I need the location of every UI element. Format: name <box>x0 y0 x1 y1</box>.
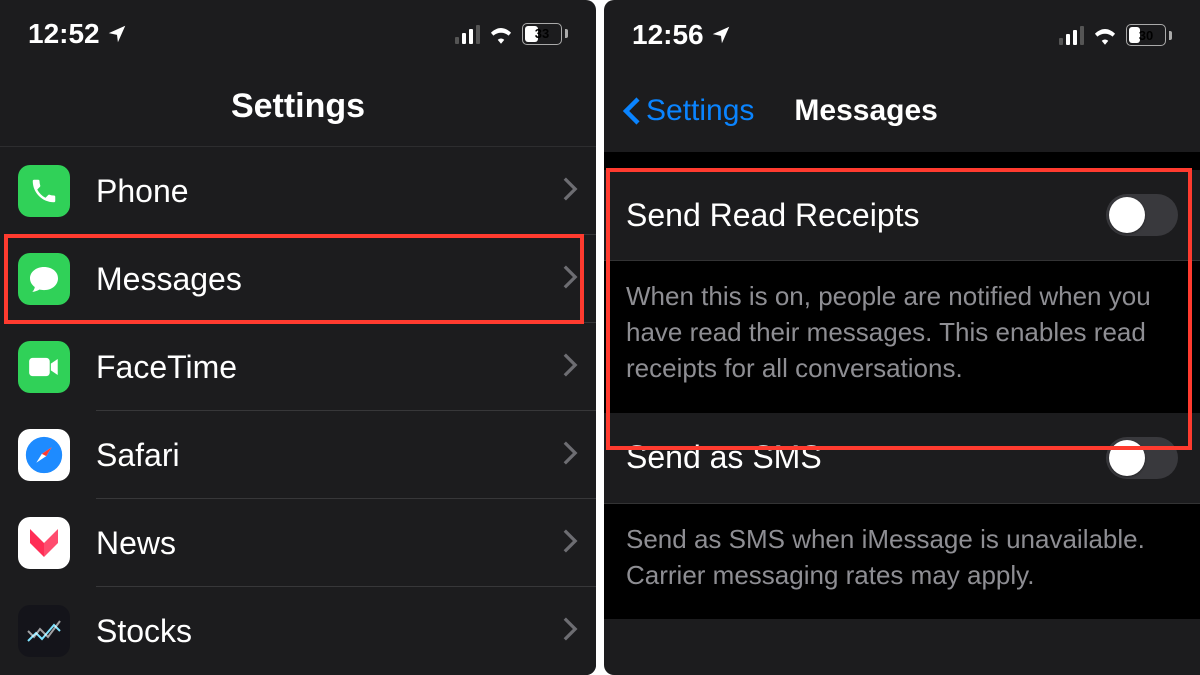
settings-row-stocks[interactable]: Stocks <box>0 587 596 675</box>
send-as-sms-description: Send as SMS when iMessage is unavailable… <box>604 504 1200 620</box>
chevron-right-icon <box>562 528 578 559</box>
row-label: Messages <box>96 261 562 298</box>
status-bar: 12:52 33 <box>0 0 596 68</box>
cellular-signal-icon <box>1059 25 1084 45</box>
chevron-right-icon <box>562 440 578 471</box>
settings-row-messages[interactable]: Messages <box>0 235 596 323</box>
wifi-icon <box>488 24 514 44</box>
row-label: News <box>96 525 562 562</box>
chevron-right-icon <box>562 176 578 207</box>
news-icon <box>18 517 70 569</box>
settings-row-phone[interactable]: Phone <box>0 147 596 235</box>
settings-row-facetime[interactable]: FaceTime <box>0 323 596 411</box>
nav-header: Settings Messages <box>604 70 1200 152</box>
settings-list-screen: 12:52 33 Settings <box>0 0 596 675</box>
status-time: 12:52 <box>28 18 100 50</box>
row-label: Send Read Receipts <box>626 197 1106 234</box>
back-label: Settings <box>646 94 754 128</box>
settings-row-safari[interactable]: Safari <box>0 411 596 499</box>
chevron-right-icon <box>562 616 578 647</box>
location-icon <box>710 24 732 46</box>
send-read-receipts-row[interactable]: Send Read Receipts <box>604 170 1200 260</box>
row-label: Phone <box>96 173 562 210</box>
stocks-icon <box>18 605 70 657</box>
settings-row-news[interactable]: News <box>0 499 596 587</box>
read-receipts-description: When this is on, people are notified whe… <box>604 261 1200 413</box>
cellular-signal-icon <box>455 24 480 44</box>
read-receipts-section: Send Read Receipts When this is on, peop… <box>604 170 1200 413</box>
page-title: Messages <box>794 94 937 128</box>
page-title: Settings <box>0 87 596 126</box>
battery-indicator: 33 <box>522 23 568 45</box>
row-label: Safari <box>96 437 562 474</box>
status-time: 12:56 <box>632 19 704 51</box>
send-as-sms-toggle[interactable] <box>1106 437 1178 479</box>
chevron-right-icon <box>562 352 578 383</box>
read-receipts-toggle[interactable] <box>1106 194 1178 236</box>
messages-settings-screen: 12:56 30 Settings <box>604 0 1200 675</box>
wifi-icon <box>1092 25 1118 45</box>
phone-icon <box>18 165 70 217</box>
facetime-icon <box>18 341 70 393</box>
back-button[interactable]: Settings <box>622 94 754 128</box>
chevron-right-icon <box>562 264 578 295</box>
status-bar: 12:56 30 <box>604 0 1200 70</box>
safari-icon <box>18 429 70 481</box>
row-label: FaceTime <box>96 349 562 386</box>
battery-indicator: 30 <box>1126 24 1172 46</box>
row-label: Stocks <box>96 613 562 650</box>
send-sms-section: Send as SMS Send as SMS when iMessage is… <box>604 413 1200 620</box>
nav-header: Settings <box>0 68 596 147</box>
messages-icon <box>18 253 70 305</box>
send-as-sms-row[interactable]: Send as SMS <box>604 413 1200 503</box>
location-icon <box>106 23 128 45</box>
settings-list[interactable]: Phone Messages FaceTime <box>0 147 596 675</box>
row-label: Send as SMS <box>626 439 1106 476</box>
